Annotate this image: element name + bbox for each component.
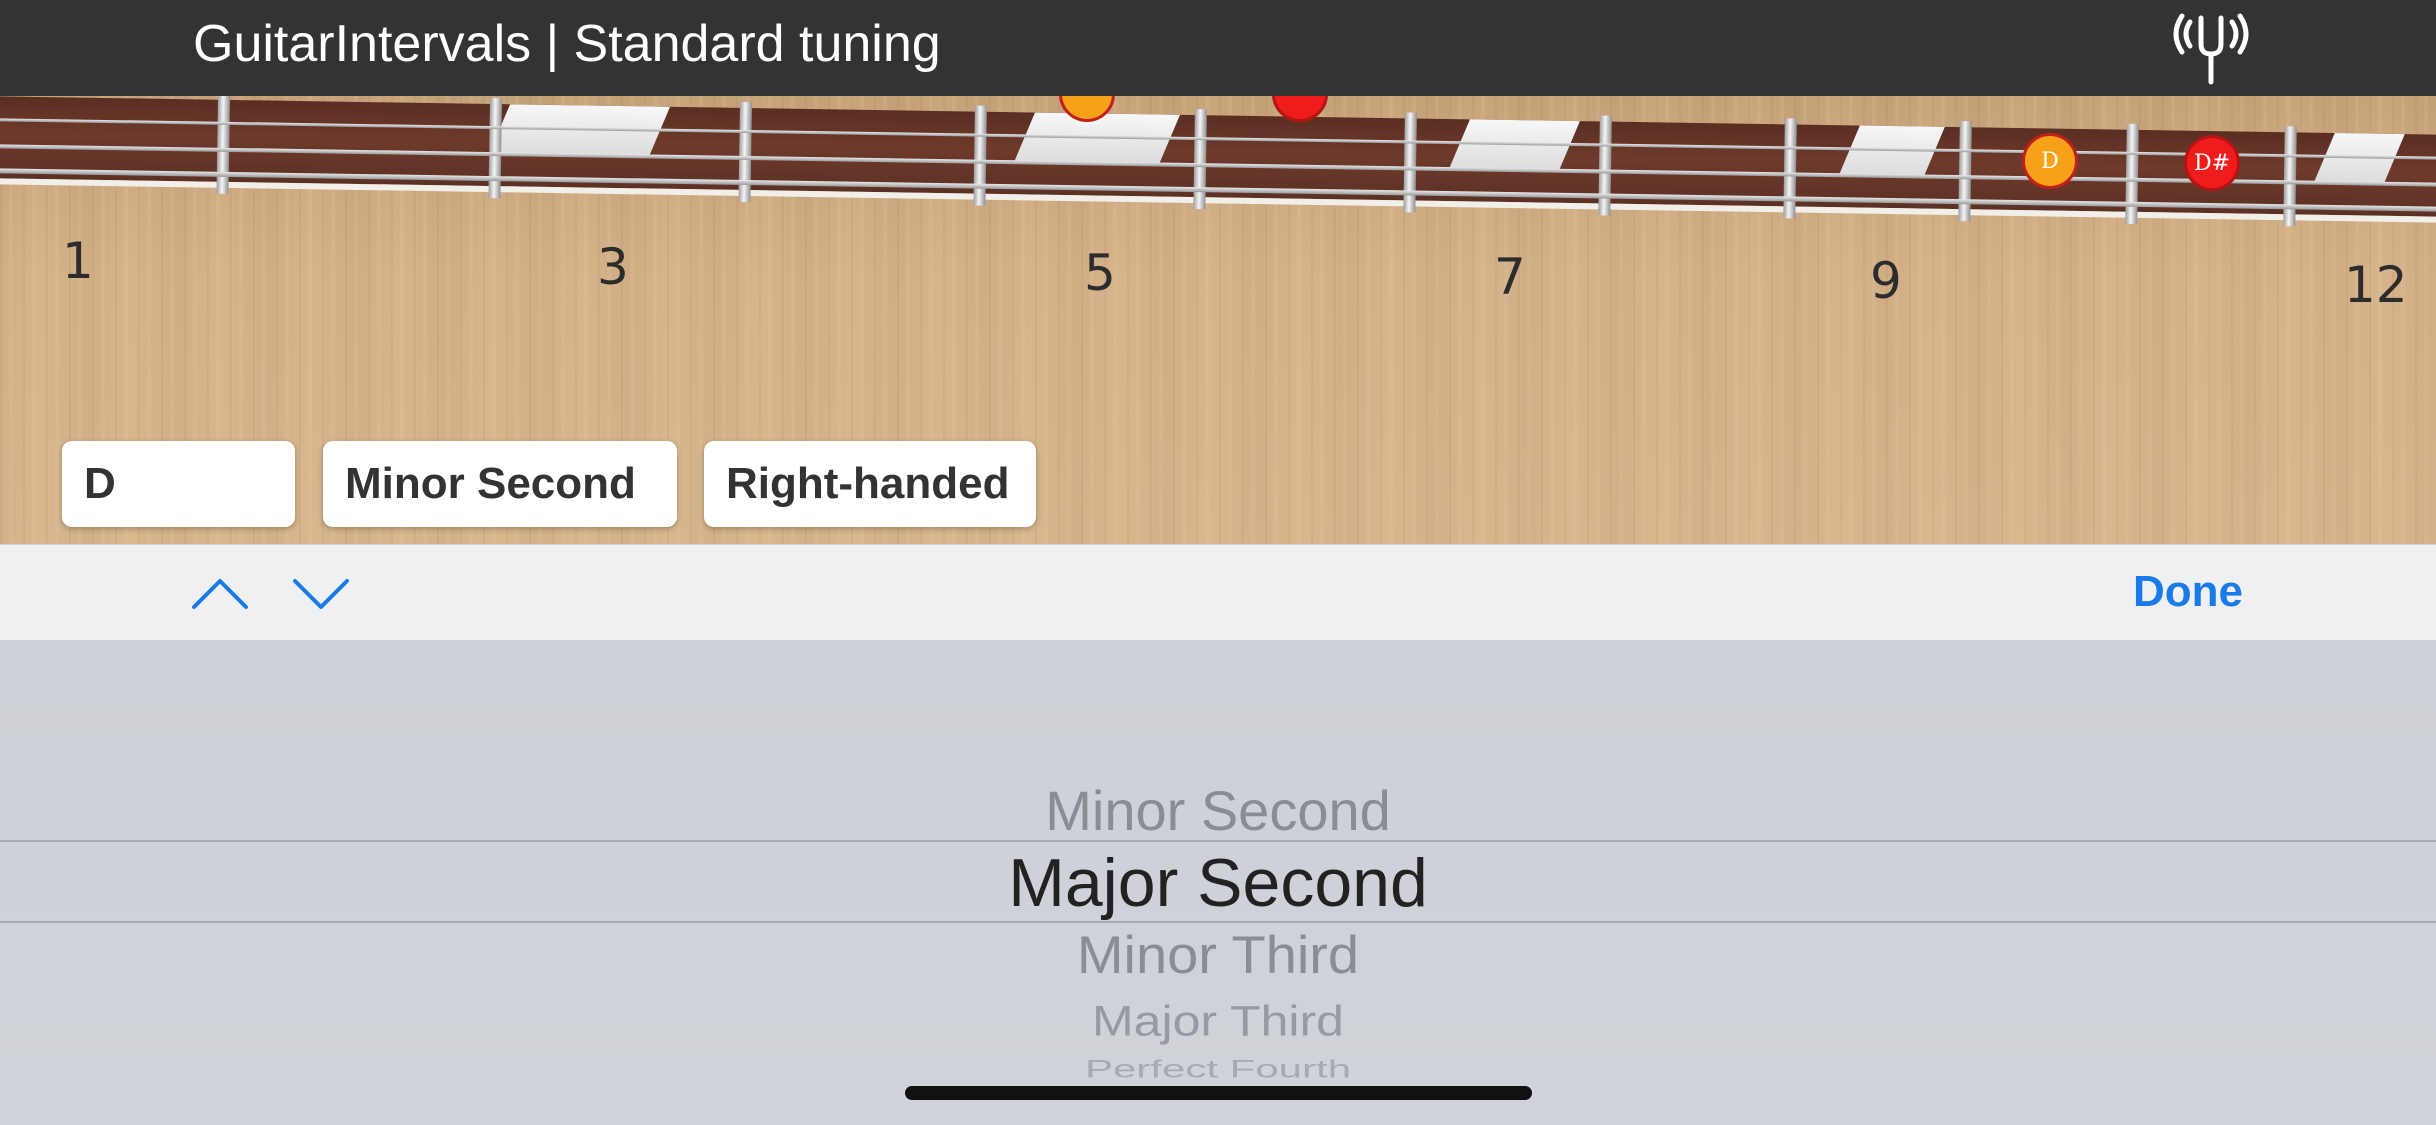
app-screen: GuitarIntervals | Standard tuning D D# 1… [0,0,2436,1125]
picker-item-selected[interactable]: Major Second [0,844,2436,922]
picker-toolbar: Done [0,544,2436,640]
interval-selector[interactable]: Minor Second [323,441,677,527]
note-label: D# [2193,150,2231,176]
fret-wire [1958,121,1972,222]
fret-number: 5 [1084,244,1116,302]
root-note-selector[interactable]: D [62,441,295,527]
previous-field-button[interactable] [190,573,250,613]
picker-item[interactable]: Minor Second [0,778,2436,843]
app-title: GuitarIntervals | Standard tuning [193,15,941,73]
fret-wire [216,96,231,194]
handedness-selector[interactable]: Right-handed [704,441,1036,527]
fret-note-d[interactable]: D [2022,133,2078,189]
fret-number: 12 [2344,256,2408,314]
interval-picker[interactable]: Minor Second Major Second Minor Third Ma… [0,640,2436,1125]
note-label: D [2041,148,2059,174]
fret-number: 3 [597,238,629,296]
fret-number: 9 [1870,252,1902,310]
picker-item[interactable]: Minor Third [0,924,2436,986]
fret-wire [2125,123,2139,224]
chevron-down-icon [293,579,349,609]
done-button[interactable]: Done [2133,567,2243,617]
fret-wire [1598,115,1612,216]
tuning-fork-icon [2173,13,2249,85]
fret-wire [2283,126,2297,227]
next-field-button[interactable] [291,573,351,613]
fret-wire [738,101,752,203]
fret-number: 1 [62,232,94,290]
picker-item[interactable]: Major Third [0,996,2436,1045]
picker-item[interactable]: Perfect Fourth [0,1055,2436,1084]
fret-wire [973,105,987,206]
fret-number: 7 [1494,248,1526,306]
fret-wire [1783,118,1797,219]
fret-wire [488,98,503,199]
fret-note-d-sharp[interactable]: D# [2184,135,2240,191]
fret-wire [1403,112,1417,213]
title-bar: GuitarIntervals | Standard tuning [0,0,2436,96]
fret-wire [1193,109,1207,210]
home-indicator[interactable] [905,1086,1532,1100]
tuning-fork-button[interactable] [2168,8,2254,88]
chevron-up-icon [192,579,248,609]
